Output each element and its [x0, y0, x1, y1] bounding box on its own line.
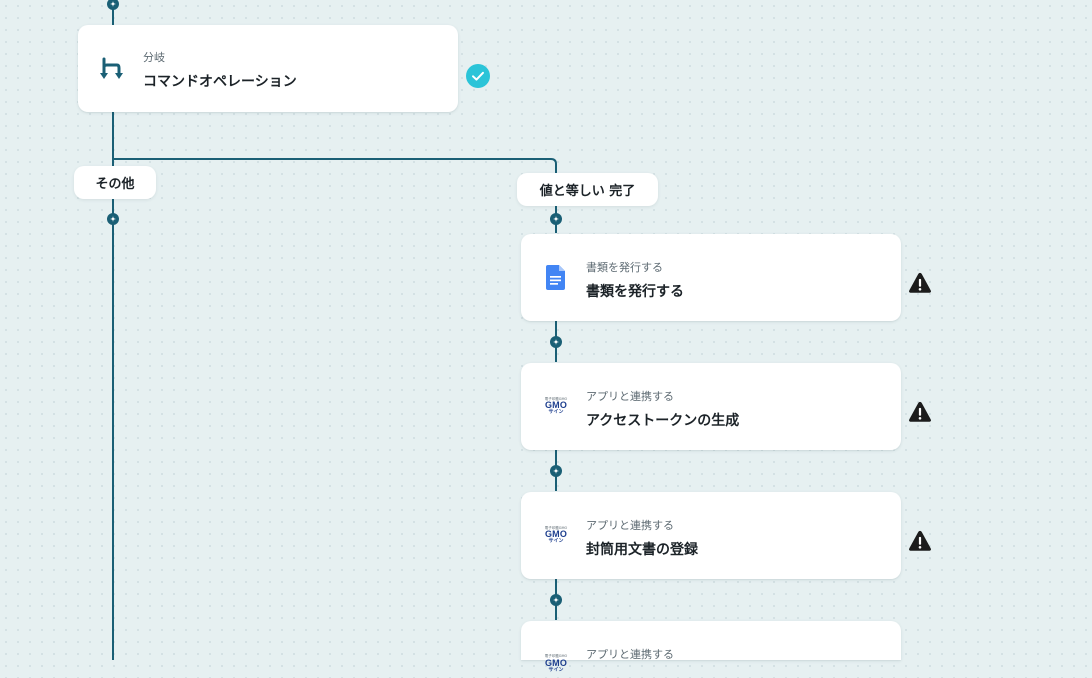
gmo-logo-kana: サイン — [548, 409, 564, 416]
connector-dot — [107, 0, 119, 10]
connector-dot — [550, 213, 562, 225]
branch-label-equal[interactable]: 値と等しい 完了 — [517, 173, 658, 206]
branch-label-other[interactable]: その他 — [74, 166, 156, 199]
step-subtitle: アプリと連携する — [586, 519, 674, 532]
step-card[interactable]: 書類を発行する 書類を発行する — [521, 234, 901, 321]
step-subtitle: アプリと連携する — [586, 390, 674, 403]
connector-dot — [550, 594, 562, 606]
step-subtitle: 書類を発行する — [586, 261, 663, 274]
branch-operation-node[interactable]: 分岐 コマンドオペレーション — [78, 25, 458, 112]
connector-dot — [550, 336, 562, 348]
gmo-sign-icon: 電子印鑑GMO GMO サイン — [544, 654, 568, 673]
warning-icon — [908, 400, 932, 424]
connector-equal-branch — [113, 158, 557, 233]
gmo-logo-text: GMO — [544, 657, 568, 668]
step-title: アクセストークンの生成 — [586, 413, 740, 429]
warning-icon — [908, 271, 932, 295]
gmo-logo-kana: サイン — [548, 666, 564, 673]
node-title: コマンドオペレーション — [143, 74, 297, 90]
connector-dot — [107, 213, 119, 225]
check-circle-icon — [466, 64, 490, 88]
gmo-sign-icon: 電子印鑑GMO GMO サイン — [544, 525, 568, 545]
step-card[interactable]: 電子印鑑GMO GMO サイン アプリと連携する — [521, 621, 901, 672]
step-card[interactable]: 電子印鑑GMO GMO サイン アプリと連携する 封筒用文書の登録 — [521, 492, 901, 579]
warning-icon — [908, 529, 932, 553]
gmo-logo-kana: サイン — [548, 538, 564, 545]
flow-canvas[interactable]: 分岐 コマンドオペレーション その他 値と等しい 完了 書類を発行する 書類を発… — [0, 0, 1092, 672]
branch-icon — [98, 55, 126, 83]
node-subtitle: 分岐 — [143, 51, 165, 64]
gmo-sign-icon: 電子印鑑GMO GMO サイン — [544, 396, 568, 416]
step-title: 書類を発行する — [586, 284, 684, 300]
step-title: 封筒用文書の登録 — [586, 542, 698, 558]
google-docs-icon — [542, 264, 570, 292]
step-card[interactable]: 電子印鑑GMO GMO サイン アプリと連携する アクセストークンの生成 — [521, 363, 901, 450]
connector-dot — [550, 465, 562, 477]
